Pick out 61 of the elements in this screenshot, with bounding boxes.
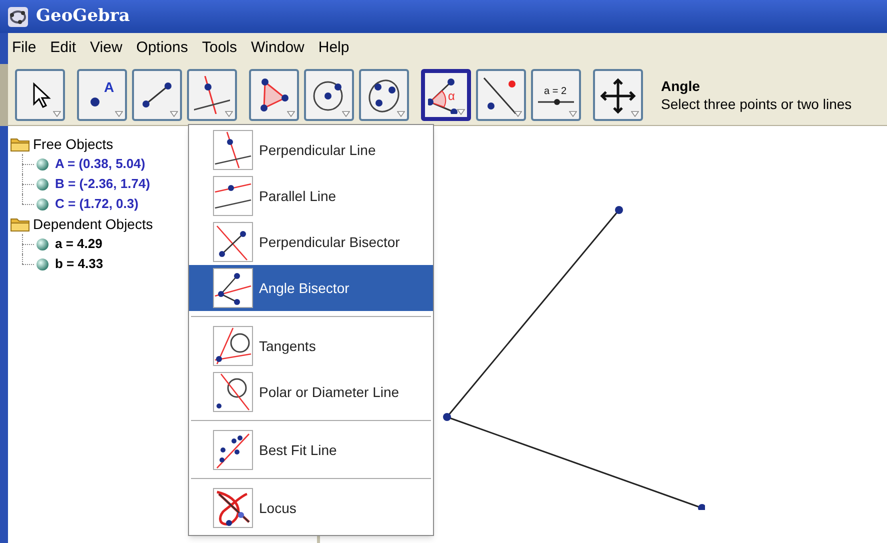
folder-label[interactable]: Dependent Objects — [33, 214, 153, 234]
sphere-icon — [36, 158, 49, 170]
object-entry[interactable]: b = 4.33 — [55, 254, 104, 274]
move-arrows-icon — [600, 76, 636, 114]
menu-item[interactable]: Edit — [50, 37, 76, 60]
dropdown-triangle-icon — [631, 110, 639, 116]
menu-item[interactable]: Tools — [202, 37, 238, 60]
dropdown-triangle-icon — [170, 110, 178, 116]
tool-button[interactable] — [249, 68, 299, 120]
object-entry[interactable]: B = (-2.36, 1.74) — [55, 174, 150, 194]
dropdown-triangle-icon — [569, 110, 577, 116]
tool-menu-item[interactable]: Locus — [189, 485, 433, 531]
tool-button[interactable] — [593, 68, 643, 120]
tool-button[interactable]: A — [77, 68, 127, 120]
tool-menu-item[interactable]: Best Fit Line — [189, 427, 433, 473]
tool-button[interactable]: a = 2 — [531, 68, 581, 120]
window-title: GeoGebra — [36, 4, 130, 28]
tool-button[interactable] — [359, 68, 409, 120]
menu-item[interactable]: Help — [318, 37, 350, 60]
tool-button[interactable] — [476, 68, 526, 120]
dropdown-triangle-icon — [397, 110, 405, 116]
tool-help-text: Select three points or two lines — [661, 94, 852, 112]
object-entry[interactable]: a = 4.29 — [55, 234, 102, 254]
tool-button[interactable] — [132, 68, 182, 120]
dropdown-triangle-icon — [287, 110, 295, 116]
folder-icon — [10, 216, 30, 232]
tool-button[interactable] — [15, 68, 65, 120]
menu-item[interactable]: Options — [136, 37, 188, 60]
folder-icon — [10, 136, 30, 152]
tool-button[interactable] — [304, 68, 354, 120]
tool-menu-item[interactable]: Perpendicular Line — [189, 127, 433, 173]
sphere-icon — [36, 178, 49, 190]
angle-bisector-icon — [213, 268, 253, 308]
tool-menu-item[interactable]: Perpendicular Bisector — [189, 219, 433, 265]
menu-item[interactable]: View — [90, 37, 122, 60]
tool-button[interactable]: α — [421, 68, 471, 120]
tangents-icon — [213, 326, 253, 366]
tool-name: Angle — [661, 76, 701, 94]
sphere-icon — [36, 238, 49, 250]
dropdown-triangle-icon — [342, 110, 350, 116]
dropdown-triangle-icon — [514, 110, 522, 116]
dropdown-triangle-icon — [225, 110, 233, 116]
object-entry[interactable]: A = (0.38, 5.04) — [55, 154, 146, 174]
tool-menu-item[interactable]: Parallel Line — [189, 173, 433, 219]
dropdown-triangle-icon — [53, 110, 61, 116]
tool-menu-item[interactable]: Tangents — [189, 323, 433, 369]
menu-item[interactable]: File — [12, 37, 36, 60]
app-logo-icon — [8, 6, 28, 26]
dropdown-triangle-icon — [457, 108, 465, 114]
tool-button[interactable] — [187, 68, 237, 120]
object-entry[interactable]: C = (1.72, 0.3) — [55, 194, 138, 214]
menu-item[interactable]: Window — [251, 37, 304, 60]
folder-label[interactable]: Free Objects — [33, 134, 114, 154]
tool-menu-item[interactable]: Polar or Diameter Line — [189, 369, 433, 415]
dropdown-triangle-icon — [115, 110, 123, 116]
sphere-icon — [36, 258, 49, 270]
sphere-icon — [36, 198, 49, 210]
locus-icon — [213, 488, 253, 528]
tool-menu-item[interactable]: Angle Bisector — [189, 265, 433, 311]
perpendicular-bisector-icon — [213, 222, 253, 262]
perpendicular-line-icon — [194, 76, 230, 114]
